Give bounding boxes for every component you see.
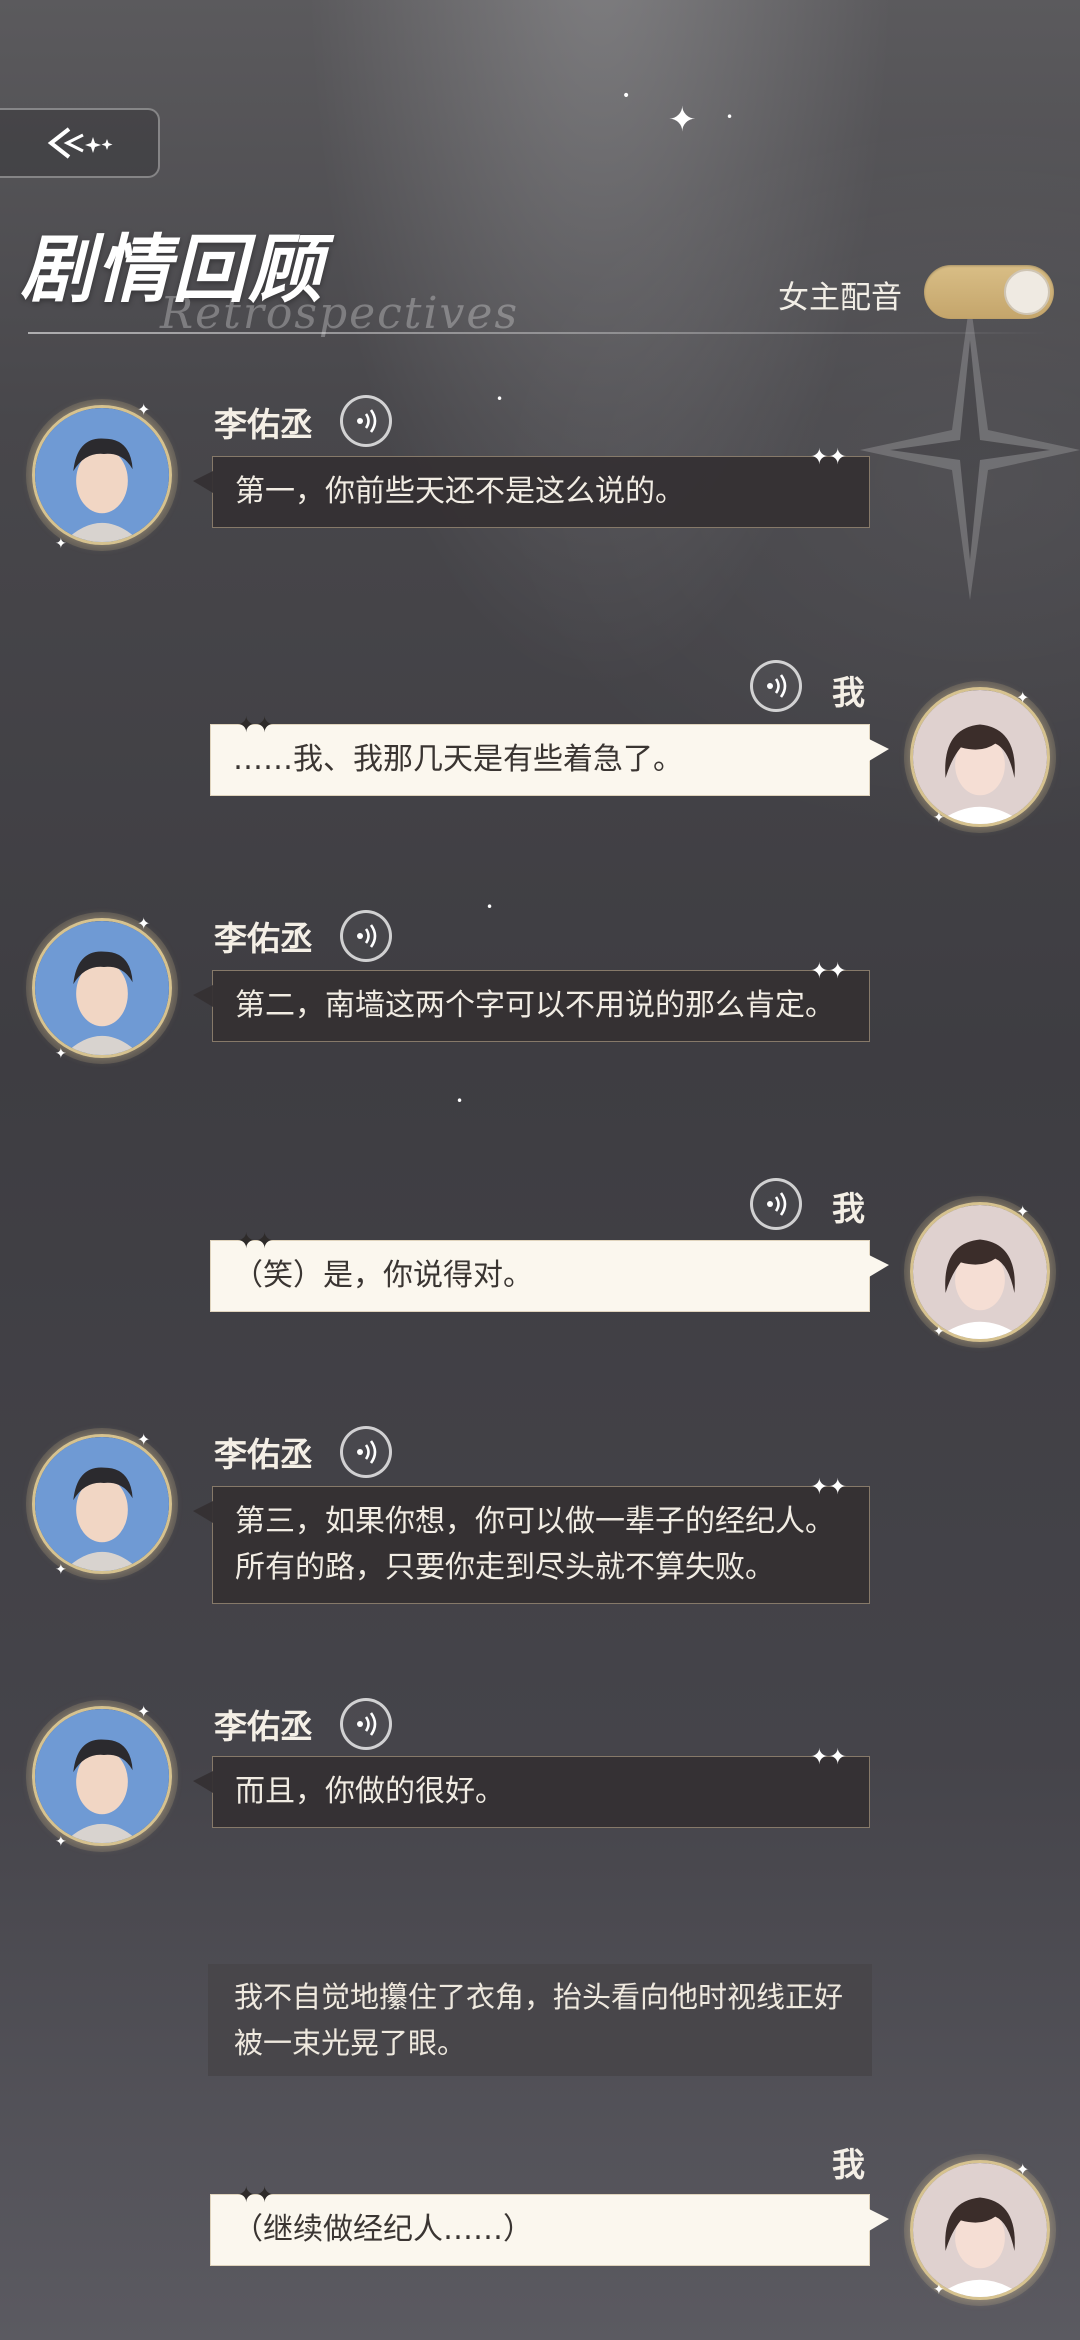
sparkle-icon: • xyxy=(622,88,631,104)
message-bubble: ✦✦ 第三，如果你想，你可以做一辈子的经纪人。所有的路，只要你走到尽头就不算失败… xyxy=(193,1477,870,1604)
message-bubble: ✦✦ 而且，你做的很好。 xyxy=(193,1747,870,1828)
message-text: 而且，你做的很好。 xyxy=(235,1774,505,1809)
sparkle-icon: ✦✦ xyxy=(237,1229,274,1254)
speaker-name: 李佑丞 xyxy=(214,919,313,958)
speaker-name: 我 xyxy=(832,1189,865,1228)
bubble-tail xyxy=(869,2209,889,2231)
li-youcheng-avatar[interactable] xyxy=(32,918,172,1058)
sparkle-icon: ✦ xyxy=(55,1562,67,1578)
sparkle-icon: ✦ xyxy=(1016,1202,1030,1221)
speaker-name: 我 xyxy=(832,673,865,712)
sparkle-icon: ✦ xyxy=(137,1702,151,1721)
voice-play-button[interactable] xyxy=(340,1698,392,1750)
heroine-avatar[interactable] xyxy=(910,687,1050,827)
sparkle-icon: ✦✦ xyxy=(237,713,274,738)
sparkle-icon: ✦ xyxy=(1016,2160,1030,2179)
message-text: 第二，南墙这两个字可以不用说的那么肯定。 xyxy=(235,988,835,1023)
sparkle-icon: ✦ xyxy=(137,1430,151,1449)
message-text: 第一，你前些天还不是这么说的。 xyxy=(235,474,685,509)
sparkle-icon: ✦✦ xyxy=(810,1475,847,1500)
message-text: （继续做经纪人……） xyxy=(233,2212,533,2247)
speaker-name: 李佑丞 xyxy=(214,1707,313,1746)
bubble-tail xyxy=(193,471,213,493)
message-bubble: ✦✦ （继续做经纪人……） xyxy=(210,2185,889,2266)
sparkle-icon: ✦ xyxy=(55,1834,67,1850)
toggle-knob xyxy=(1004,269,1050,315)
voice-play-button[interactable] xyxy=(340,395,392,447)
sparkle-icon: ✦ xyxy=(55,1046,67,1062)
voice-play-button[interactable] xyxy=(340,1426,392,1478)
heroine-avatar[interactable] xyxy=(910,1202,1050,1342)
voice-play-button[interactable] xyxy=(340,910,392,962)
back-arrow-icon xyxy=(47,127,113,159)
narration-box: 我不自觉地攥住了衣角，抬头看向他时视线正好被一束光晃了眼。 xyxy=(208,1964,872,2076)
message-bubble: ✦✦ 第二，南墙这两个字可以不用说的那么肯定。 xyxy=(193,961,870,1042)
message-bubble: ✦✦ （笑）是，你说得对。 xyxy=(210,1231,889,1312)
bubble-tail xyxy=(193,1501,213,1523)
sparkle-icon: ✦ xyxy=(933,810,945,826)
li-youcheng-avatar[interactable] xyxy=(32,1434,172,1574)
speaker-name: 李佑丞 xyxy=(214,1435,313,1474)
back-button[interactable] xyxy=(0,108,160,178)
sparkle-icon: ✦✦ xyxy=(810,445,847,470)
sparkle-icon: ✦ xyxy=(137,400,151,419)
sparkle-icon: ✦✦ xyxy=(810,959,847,984)
voice-play-icon xyxy=(357,924,377,948)
sparkle-icon: • xyxy=(456,1094,464,1108)
sparkle-icon: • xyxy=(486,900,494,914)
heroine-voice-label: 女主配音 xyxy=(778,280,902,316)
sparkle-icon: • xyxy=(496,392,504,406)
bubble-tail xyxy=(193,985,213,1007)
voice-play-icon xyxy=(357,1440,377,1464)
li-youcheng-avatar[interactable] xyxy=(32,405,172,545)
heroine-voice-toggle[interactable] xyxy=(924,265,1054,319)
bubble-tail xyxy=(869,739,889,761)
sparkle-icon: • xyxy=(726,110,734,124)
sparkle-icon: ✦ xyxy=(933,2282,945,2298)
voice-play-icon xyxy=(767,1192,787,1216)
story-review-screen: ✦ • • • • • 剧情回顾 Retrospectives 女主配音 ✦ ✦… xyxy=(0,0,1080,2340)
sparkle-icon: ✦ xyxy=(137,914,151,933)
voice-play-icon xyxy=(767,674,787,698)
message-text: ……我、我那几天是有些着急了。 xyxy=(233,742,683,777)
voice-play-button[interactable] xyxy=(750,1178,802,1230)
sparkle-icon: ✦ xyxy=(1016,688,1030,707)
bubble-tail xyxy=(193,1771,213,1793)
sparkle-icon: ✦ xyxy=(933,1324,945,1340)
message-text: 第三，如果你想，你可以做一辈子的经纪人。所有的路，只要你走到尽头就不算失败。 xyxy=(235,1504,835,1585)
message-bubble: ✦✦ 第一，你前些天还不是这么说的。 xyxy=(193,447,870,528)
speaker-name: 我 xyxy=(832,2145,865,2184)
title-divider xyxy=(28,332,1048,334)
voice-play-icon xyxy=(357,1712,377,1736)
sparkle-icon: ✦✦ xyxy=(810,1745,847,1770)
sparkle-icon: ✦ xyxy=(668,100,697,140)
voice-play-button[interactable] xyxy=(750,660,802,712)
sparkle-icon: ✦✦ xyxy=(237,2183,274,2208)
voice-play-icon xyxy=(357,409,377,433)
speaker-name: 李佑丞 xyxy=(214,405,313,444)
sparkle-icon: ✦ xyxy=(55,536,67,552)
message-bubble: ✦✦ ……我、我那几天是有些着急了。 xyxy=(210,715,889,796)
heroine-avatar[interactable] xyxy=(910,2160,1050,2300)
message-text: （笑）是，你说得对。 xyxy=(233,1258,533,1293)
li-youcheng-avatar[interactable] xyxy=(32,1706,172,1846)
compass-star-decoration xyxy=(860,300,1080,600)
bubble-tail xyxy=(869,1255,889,1277)
